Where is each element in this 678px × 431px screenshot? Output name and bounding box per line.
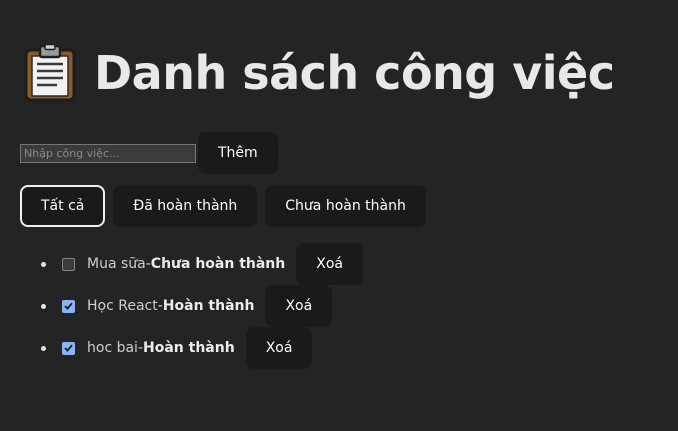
delete-button[interactable]: Xoá xyxy=(296,243,363,285)
todo-name: Mua sữa xyxy=(87,256,146,272)
bullet-dot xyxy=(41,262,46,267)
todo-list: Mua sữa - Chưa hoàn thành Xoá Học React … xyxy=(0,243,363,369)
delete-button[interactable]: Xoá xyxy=(245,327,313,369)
todo-checkbox[interactable] xyxy=(62,257,75,271)
clipboard-icon xyxy=(24,44,76,102)
todo-app: Danh sách công việc Thêm Tất cả Đã hoàn … xyxy=(0,0,678,431)
filter-all-button[interactable]: Tất cả xyxy=(20,185,106,227)
delete-button[interactable]: Xoá xyxy=(265,285,333,327)
add-button[interactable]: Thêm xyxy=(198,132,278,174)
task-input[interactable] xyxy=(20,143,196,163)
header: Danh sách công việc xyxy=(24,44,615,102)
page-title: Danh sách công việc xyxy=(94,46,615,100)
filter-incomplete-button[interactable]: Chưa hoàn thành xyxy=(265,185,426,227)
bullet-dot xyxy=(41,346,46,351)
todo-status: Hoàn thành xyxy=(162,298,255,314)
todo-name: hoc bai xyxy=(87,340,138,356)
checkmark-icon xyxy=(64,344,73,352)
todo-name: Học React xyxy=(87,298,158,314)
bullet-dot xyxy=(41,304,46,309)
todo-status: Hoàn thành xyxy=(143,340,235,356)
todo-item: hoc bai - Hoàn thành Xoá xyxy=(0,327,363,369)
filter-completed-button[interactable]: Đã hoàn thành xyxy=(113,185,258,227)
filter-bar: Tất cả Đã hoàn thành Chưa hoàn thành xyxy=(20,185,434,227)
todo-item: Học React - Hoàn thành Xoá xyxy=(0,285,363,327)
checkmark-icon xyxy=(64,302,73,310)
add-task-form: Thêm xyxy=(20,132,278,174)
todo-checkbox[interactable] xyxy=(62,341,75,355)
todo-checkbox[interactable] xyxy=(62,299,75,313)
todo-item: Mua sữa - Chưa hoàn thành Xoá xyxy=(0,243,363,285)
todo-status: Chưa hoàn thành xyxy=(150,256,286,272)
